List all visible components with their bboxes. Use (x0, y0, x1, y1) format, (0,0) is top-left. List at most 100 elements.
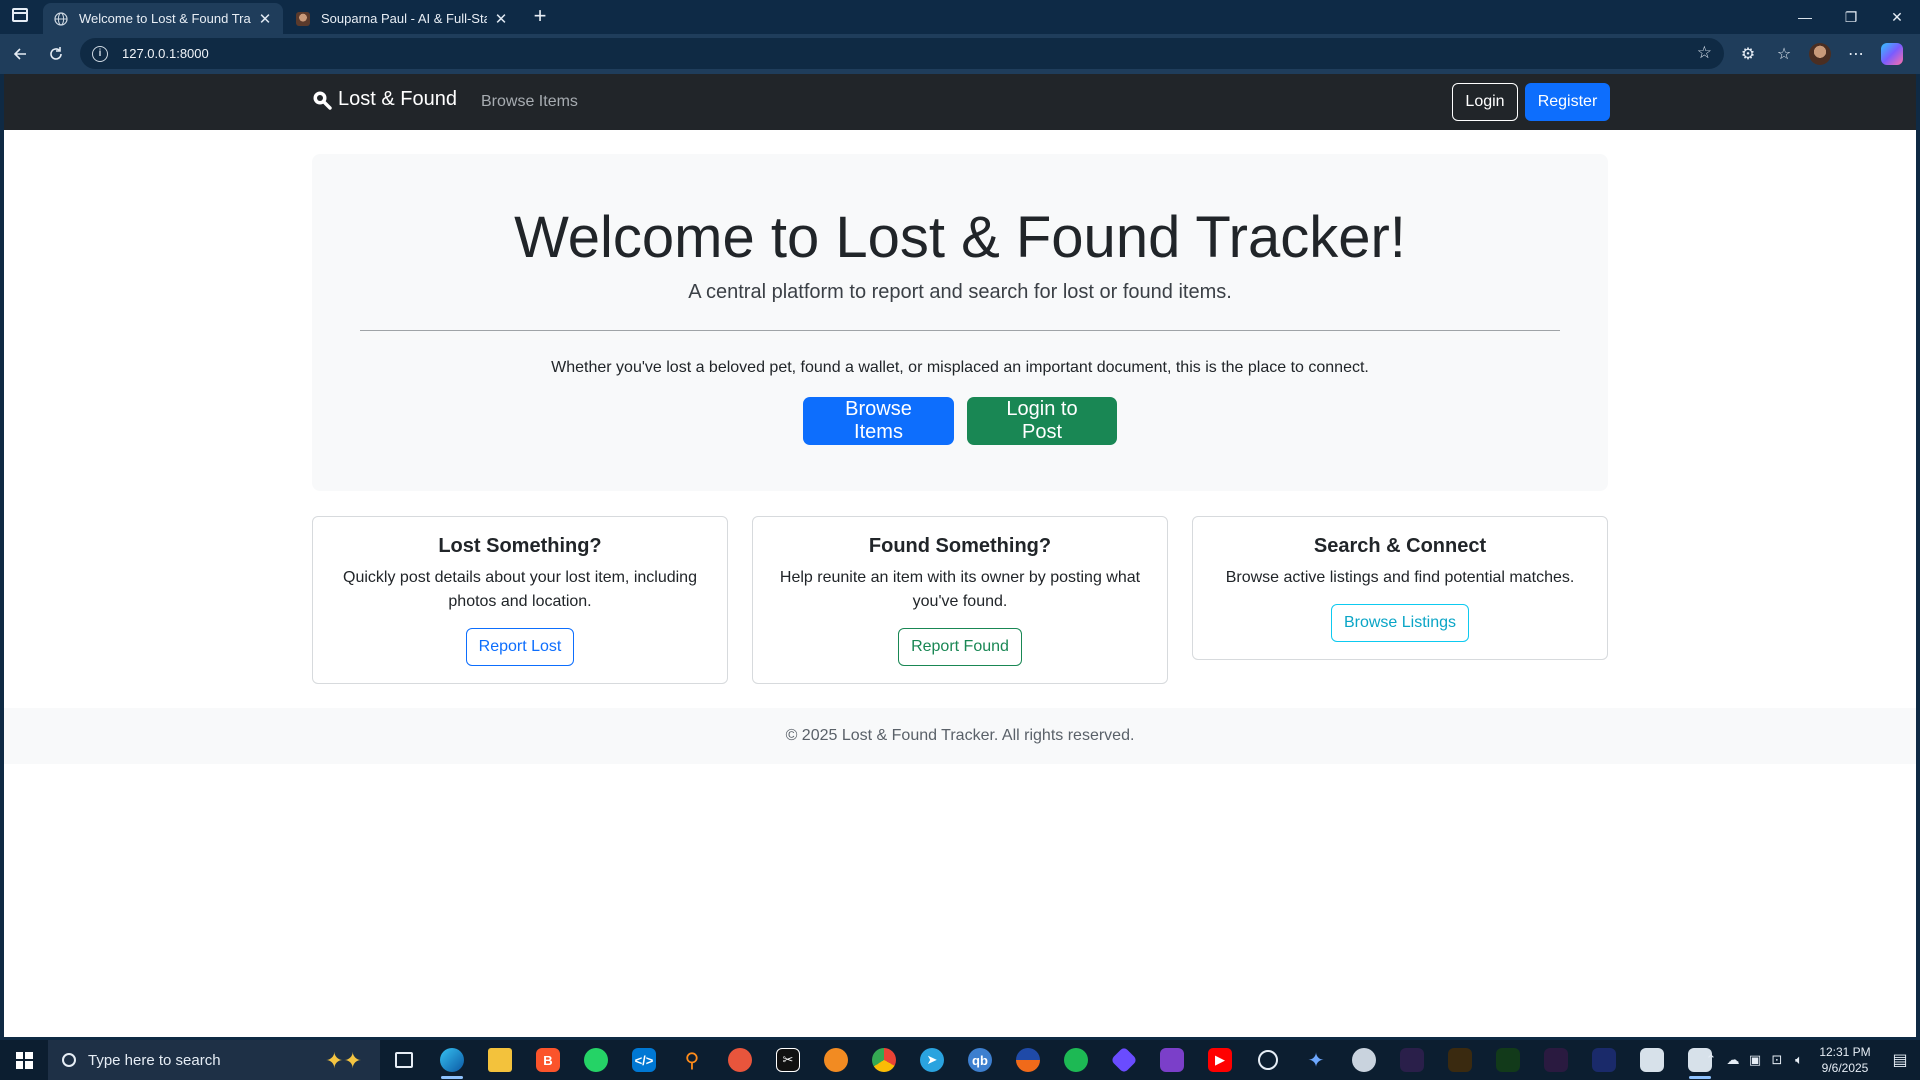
task-view-icon[interactable] (385, 1040, 423, 1080)
app-dark-2-icon[interactable] (1441, 1040, 1479, 1080)
globe-icon (53, 11, 69, 27)
search-app-icon[interactable]: ⚲ (673, 1040, 711, 1080)
favorites-icon[interactable]: ☆ (1766, 38, 1802, 70)
card-title: Lost Something? (438, 535, 602, 557)
youtube-icon[interactable]: ▶ (1201, 1040, 1239, 1080)
profile-favicon-icon (295, 11, 311, 27)
sparkle-icon: ✦✦ (325, 1048, 362, 1073)
browse-listings-button[interactable]: Browse Listings (1330, 604, 1470, 642)
browse-items-button[interactable]: Browse Items (803, 397, 954, 445)
report-found-button[interactable]: Report Found (898, 628, 1022, 666)
tab-title: Souparna Paul - AI & Full-Stack D (321, 11, 487, 26)
capcut-icon[interactable]: ✂ (769, 1040, 807, 1080)
qbittorrent-icon[interactable]: qb (961, 1040, 999, 1080)
back-icon[interactable] (6, 40, 34, 68)
login-to-post-button[interactable]: Login to Post (967, 397, 1117, 445)
telegram-icon[interactable]: ➤ (913, 1040, 951, 1080)
start-button[interactable] (0, 1040, 48, 1080)
chatgpt-icon[interactable] (1249, 1040, 1287, 1080)
url-text: 127.0.0.1:8000 (122, 46, 209, 61)
tab-lost-found[interactable]: Welcome to Lost & Found Tracker ✕ (43, 3, 283, 34)
card-found: Found Something? Help reunite an item wi… (752, 516, 1168, 684)
hero-description: Whether you've lost a beloved pet, found… (551, 359, 1369, 376)
address-bar[interactable]: i 127.0.0.1:8000 ☆ (80, 38, 1724, 69)
tab-title: Welcome to Lost & Found Tracker (79, 11, 251, 26)
tab-souparna[interactable]: Souparna Paul - AI & Full-Stack D ✕ (285, 3, 519, 34)
hero-buttons: Browse Items Login to Post (312, 397, 1608, 445)
browser-toolbar-right: ⚙ ☆ ⋯ (1730, 38, 1910, 70)
camera-icon[interactable]: ▣ (1744, 1052, 1766, 1068)
taskbar-apps: B </> ⚲ ✂ ➤ qb ▶ ✦ (380, 1040, 1724, 1080)
edge-icon[interactable] (433, 1040, 471, 1080)
system-tray: ⌃ ☁ ▣ ⊡ 🔈︎ 12:31 PM 9/6/2025 ▤ (1700, 1040, 1920, 1080)
extensions-icon[interactable]: ⚙ (1730, 38, 1766, 70)
gemini-icon[interactable]: ✦ (1297, 1040, 1335, 1080)
clock-time: 12:31 PM (1819, 1045, 1871, 1059)
profile-icon[interactable] (1802, 38, 1838, 70)
restore-icon[interactable]: ❐ (1828, 0, 1874, 34)
notification-icon[interactable]: ▤ (1880, 1050, 1920, 1070)
fl-studio-icon[interactable] (817, 1040, 855, 1080)
page-viewport: Lost & Found Browse Items Login Register… (4, 74, 1916, 1037)
whatsapp-icon[interactable] (577, 1040, 615, 1080)
close-tab-icon[interactable]: ✕ (257, 10, 273, 28)
site-footer: © 2025 Lost & Found Tracker. All rights … (4, 708, 1916, 764)
app-dark-3-icon[interactable] (1489, 1040, 1527, 1080)
nav-browse-items[interactable]: Browse Items (481, 93, 578, 111)
clock[interactable]: 12:31 PM 9/6/2025 (1810, 1044, 1880, 1076)
site-navbar: Lost & Found Browse Items Login Register (4, 74, 1916, 130)
app-dark-5-icon[interactable] (1585, 1040, 1623, 1080)
vscode-icon[interactable]: </> (625, 1040, 663, 1080)
more-menu-icon[interactable]: ⋯ (1838, 38, 1874, 70)
card-lost: Lost Something? Quickly post details abo… (312, 516, 728, 684)
app-dark-4-icon[interactable] (1537, 1040, 1575, 1080)
card-title: Search & Connect (1313, 535, 1487, 557)
browser-tab-bar: Welcome to Lost & Found Tracker ✕ Soupar… (0, 0, 1920, 34)
tab-actions-icon[interactable] (12, 8, 28, 22)
login-button[interactable]: Login (1452, 83, 1518, 121)
network-icon[interactable]: ⊡ (1766, 1052, 1788, 1068)
card-title: Found Something? (868, 535, 1052, 557)
volume-icon[interactable]: 🔈︎ (1788, 1052, 1810, 1068)
brand-label: Lost & Found (338, 88, 457, 110)
taskbar: Type here to search ✦✦ B </> ⚲ ✂ ➤ qb ▶ … (0, 1040, 1920, 1080)
hero-title: Welcome to Lost & Found Tracker! (514, 205, 1406, 270)
site-info-icon[interactable]: i (92, 45, 108, 62)
refresh-icon[interactable] (42, 40, 70, 68)
cloud-icon[interactable]: ☁ (1722, 1052, 1744, 1068)
brave-icon[interactable]: B (529, 1040, 567, 1080)
favorite-star-icon[interactable]: ☆ (1697, 43, 1712, 63)
app-helmet-icon[interactable] (1345, 1040, 1383, 1080)
hero-section: Welcome to Lost & Found Tracker! A centr… (312, 154, 1608, 491)
brand-link[interactable]: Lost & Found (312, 88, 457, 111)
windows-logo-icon (15, 1051, 33, 1069)
report-lost-button[interactable]: Report Lost (465, 628, 575, 666)
clock-date: 9/6/2025 (1821, 1061, 1869, 1075)
taskbar-search[interactable]: Type here to search ✦✦ (48, 1040, 380, 1080)
app-red-icon[interactable] (721, 1040, 759, 1080)
close-window-icon[interactable]: ✕ (1874, 0, 1920, 34)
app-violet-icon[interactable] (1153, 1040, 1191, 1080)
close-tab-icon[interactable]: ✕ (493, 10, 509, 28)
search-icon (313, 91, 332, 110)
taskbar-search-placeholder: Type here to search (88, 1051, 221, 1069)
copilot-icon[interactable] (1874, 38, 1910, 70)
card-text: Quickly post details about your lost ite… (343, 569, 697, 610)
new-tab-icon[interactable]: + (527, 4, 553, 30)
minimize-icon[interactable]: — (1782, 0, 1828, 34)
register-button[interactable]: Register (1525, 83, 1610, 121)
app-light-1-icon[interactable] (1633, 1040, 1671, 1080)
card-search: Search & Connect Browse active listings … (1192, 516, 1608, 660)
card-text: Help reunite an item with its owner by p… (779, 569, 1141, 610)
card-text: Browse active listings and find potentia… (1225, 569, 1575, 586)
window-controls: — ❐ ✕ (1782, 0, 1920, 34)
spotify-icon[interactable] (1057, 1040, 1095, 1080)
chevron-up-icon[interactable]: ⌃ (1700, 1052, 1722, 1068)
search-icon (62, 1053, 76, 1067)
chrome-icon[interactable] (865, 1040, 903, 1080)
hero-lead: A central platform to report and search … (688, 281, 1232, 303)
file-explorer-icon[interactable] (481, 1040, 519, 1080)
app-blue-orange-icon[interactable] (1009, 1040, 1047, 1080)
app-dark-1-icon[interactable] (1393, 1040, 1431, 1080)
app-purple-icon[interactable] (1105, 1040, 1143, 1080)
